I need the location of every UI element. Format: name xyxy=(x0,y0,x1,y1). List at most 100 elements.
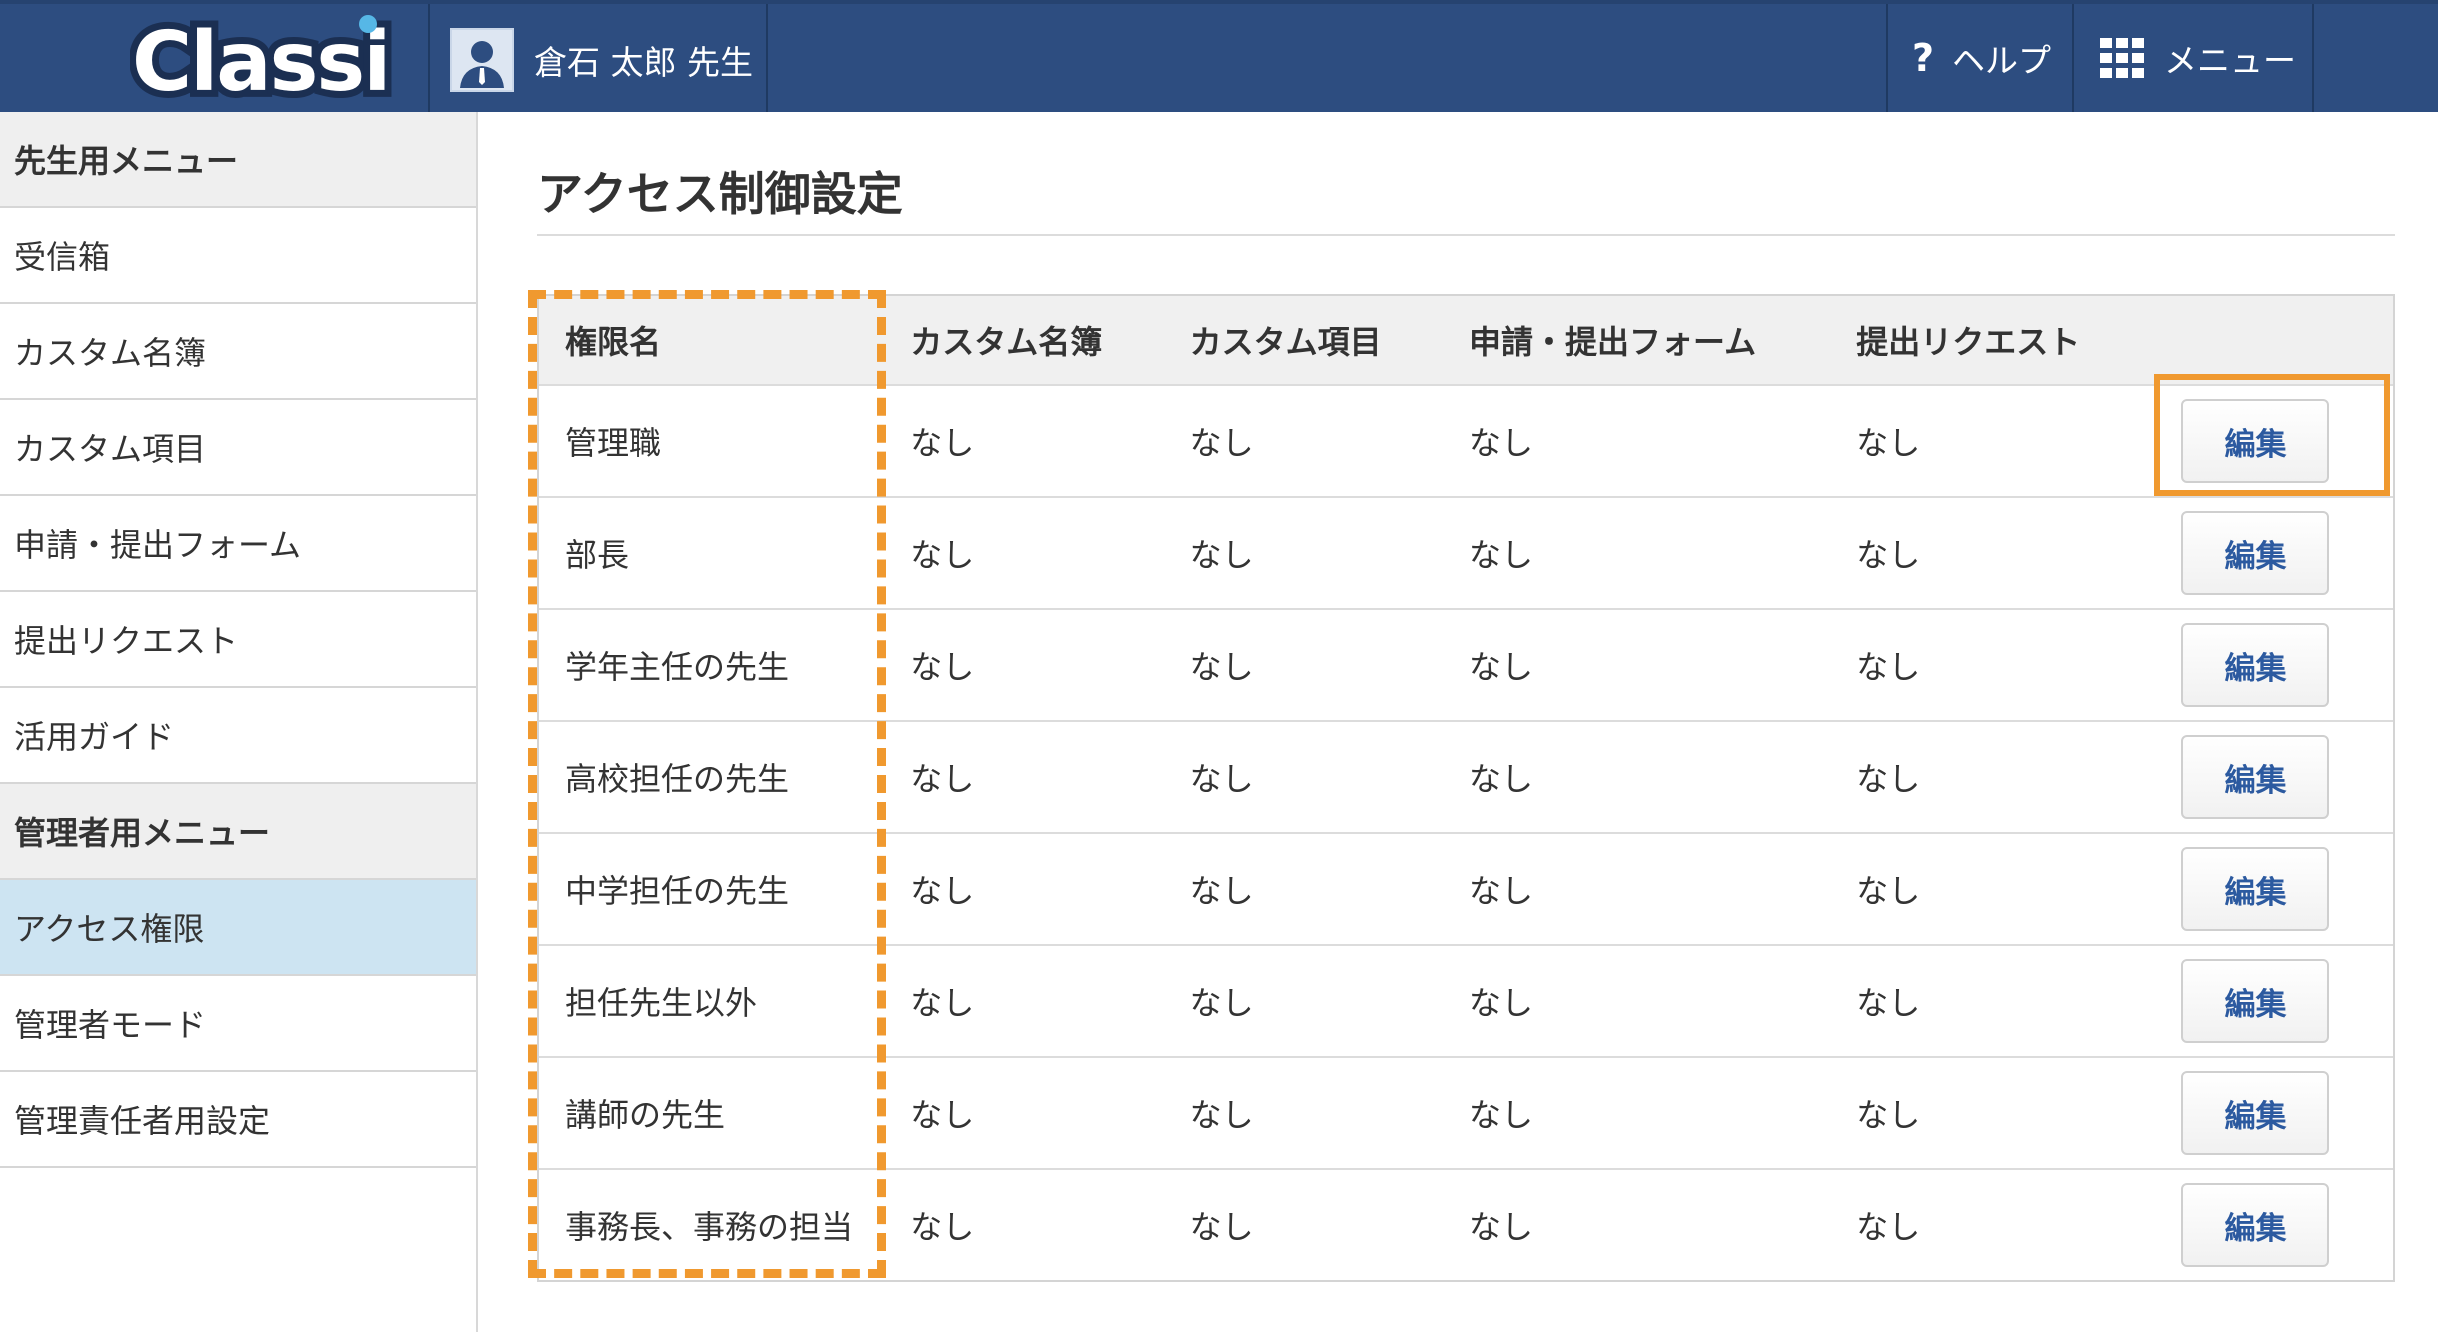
actions-cell: 編集 xyxy=(2181,511,2393,595)
menu-label: メニュー xyxy=(2164,41,2296,80)
column-header-application-form: 申請・提出フォーム xyxy=(1469,323,1757,361)
custom-roster-cell: なし xyxy=(910,872,975,910)
edit-button[interactable]: 編集 xyxy=(2181,959,2330,1043)
table-row: 事務長、事務の担当 なし なし なし なし 編集 xyxy=(539,1168,2393,1280)
sidebar-item-custom-fields[interactable]: カスタム項目 xyxy=(0,400,476,496)
custom-fields-cell: なし xyxy=(1189,536,1254,574)
custom-roster-cell: なし xyxy=(910,1096,975,1134)
submission-request-cell: なし xyxy=(1856,1096,1921,1134)
header-divider xyxy=(2312,4,2314,112)
help-label: ヘルプ xyxy=(1952,41,2052,80)
role-name-cell: 管理職 xyxy=(565,424,662,462)
submission-request-cell: なし xyxy=(1856,760,1921,798)
svg-text:Classi: Classi xyxy=(132,15,389,110)
submission-request-cell: なし xyxy=(1856,872,1921,910)
help-icon: ? xyxy=(1912,36,1935,80)
column-header-submission-request: 提出リクエスト xyxy=(1856,323,2081,361)
edit-button[interactable]: 編集 xyxy=(2181,623,2330,707)
title-divider xyxy=(537,234,2395,236)
table-row: 学年主任の先生 なし なし なし なし 編集 xyxy=(539,608,2393,720)
application-form-cell: なし xyxy=(1469,536,1534,574)
actions-cell: 編集 xyxy=(2181,399,2393,483)
submission-request-cell: なし xyxy=(1856,424,1921,462)
custom-fields-cell: なし xyxy=(1189,984,1254,1022)
column-header-custom-fields: カスタム項目 xyxy=(1189,323,1382,361)
role-name-cell: 部長 xyxy=(565,536,630,574)
custom-roster-cell: なし xyxy=(910,648,975,686)
table-header-row: 権限名 カスタム名簿 カスタム項目 申請・提出フォーム 提出リクエスト xyxy=(539,296,2393,384)
role-name-cell: 講師の先生 xyxy=(565,1096,726,1134)
role-name-cell: 高校担任の先生 xyxy=(565,760,790,798)
classi-logo[interactable]: Classi xyxy=(130,10,410,110)
custom-fields-cell: なし xyxy=(1189,760,1254,798)
application-form-cell: なし xyxy=(1469,424,1534,462)
custom-fields-cell: なし xyxy=(1189,1096,1254,1134)
submission-request-cell: なし xyxy=(1856,984,1921,1022)
header-divider xyxy=(766,4,768,112)
application-form-cell: なし xyxy=(1469,872,1534,910)
custom-roster-cell: なし xyxy=(910,424,975,462)
menu-button[interactable]: メニュー xyxy=(2100,4,2296,112)
custom-fields-cell: なし xyxy=(1189,872,1254,910)
actions-cell: 編集 xyxy=(2181,1183,2393,1267)
actions-cell: 編集 xyxy=(2181,735,2393,819)
custom-roster-cell: なし xyxy=(910,536,975,574)
sidebar-heading-teacher-menu: 先生用メニュー xyxy=(0,112,476,208)
sidebar-item-application-form[interactable]: 申請・提出フォーム xyxy=(0,496,476,592)
edit-button[interactable]: 編集 xyxy=(2181,1183,2330,1267)
role-name-cell: 中学担任の先生 xyxy=(565,872,790,910)
custom-roster-cell: なし xyxy=(910,984,975,1022)
table-row: 中学担任の先生 なし なし なし なし 編集 xyxy=(539,832,2393,944)
help-button[interactable]: ? ヘルプ xyxy=(1912,4,2051,112)
grid-menu-icon xyxy=(2100,38,2144,78)
sidebar-item-manager-settings[interactable]: 管理責任者用設定 xyxy=(0,1072,476,1168)
page-title: アクセス制御設定 xyxy=(537,167,903,221)
submission-request-cell: なし xyxy=(1856,648,1921,686)
actions-cell: 編集 xyxy=(2181,623,2393,707)
sidebar: 先生用メニュー 受信箱 カスタム名簿 カスタム項目 申請・提出フォーム 提出リク… xyxy=(0,112,478,1332)
application-form-cell: なし xyxy=(1469,1096,1534,1134)
custom-roster-cell: なし xyxy=(910,760,975,798)
access-control-table: 権限名 カスタム名簿 カスタム項目 申請・提出フォーム 提出リクエスト 管理職な… xyxy=(537,294,2395,1282)
sidebar-item-submission-request[interactable]: 提出リクエスト xyxy=(0,592,476,688)
custom-fields-cell: なし xyxy=(1189,648,1254,686)
application-form-cell: なし xyxy=(1469,648,1534,686)
edit-button[interactable]: 編集 xyxy=(2181,511,2330,595)
custom-roster-cell: なし xyxy=(910,1208,975,1246)
submission-request-cell: なし xyxy=(1856,536,1921,574)
submission-request-cell: なし xyxy=(1856,1208,1921,1246)
role-name-cell: 担任先生以外 xyxy=(565,984,758,1022)
actions-cell: 編集 xyxy=(2181,959,2393,1043)
table-row: 担任先生以外 なし なし なし なし 編集 xyxy=(539,944,2393,1056)
actions-cell: 編集 xyxy=(2181,1071,2393,1155)
application-form-cell: なし xyxy=(1469,984,1534,1022)
header-divider xyxy=(2072,4,2074,112)
table-row: 部長 なし なし なし なし 編集 xyxy=(539,496,2393,608)
edit-button[interactable]: 編集 xyxy=(2181,1071,2330,1155)
role-name-cell: 学年主任の先生 xyxy=(565,648,790,686)
user-avatar-icon xyxy=(450,28,514,92)
column-header-custom-roster: カスタム名簿 xyxy=(910,323,1103,361)
top-header: Classi 倉石 太郎 先生 ? ヘルプ メニュー xyxy=(0,0,2438,112)
table-row: 管理職 なし なし なし なし 編集 xyxy=(539,384,2393,496)
table-row: 高校担任の先生 なし なし なし なし 編集 xyxy=(539,720,2393,832)
application-form-cell: なし xyxy=(1469,760,1534,798)
column-header-role-name: 権限名 xyxy=(565,323,662,361)
user-name: 倉石 太郎 先生 xyxy=(534,43,753,82)
table-row: 講師の先生 なし なし なし なし 編集 xyxy=(539,1056,2393,1168)
sidebar-item-access-rights[interactable]: アクセス権限 xyxy=(0,880,476,976)
sidebar-item-inbox[interactable]: 受信箱 xyxy=(0,208,476,304)
sidebar-item-usage-guide[interactable]: 活用ガイド xyxy=(0,688,476,784)
custom-fields-cell: なし xyxy=(1189,1208,1254,1246)
edit-button[interactable]: 編集 xyxy=(2181,399,2330,483)
role-name-cell: 事務長、事務の担当 xyxy=(565,1208,854,1246)
sidebar-item-custom-roster[interactable]: カスタム名簿 xyxy=(0,304,476,400)
edit-button[interactable]: 編集 xyxy=(2181,847,2330,931)
edit-button[interactable]: 編集 xyxy=(2181,735,2330,819)
sidebar-item-admin-mode[interactable]: 管理者モード xyxy=(0,976,476,1072)
custom-fields-cell: なし xyxy=(1189,424,1254,462)
header-divider xyxy=(1886,4,1888,112)
user-info[interactable]: 倉石 太郎 先生 xyxy=(450,28,753,92)
application-form-cell: なし xyxy=(1469,1208,1534,1246)
header-divider xyxy=(428,4,430,112)
